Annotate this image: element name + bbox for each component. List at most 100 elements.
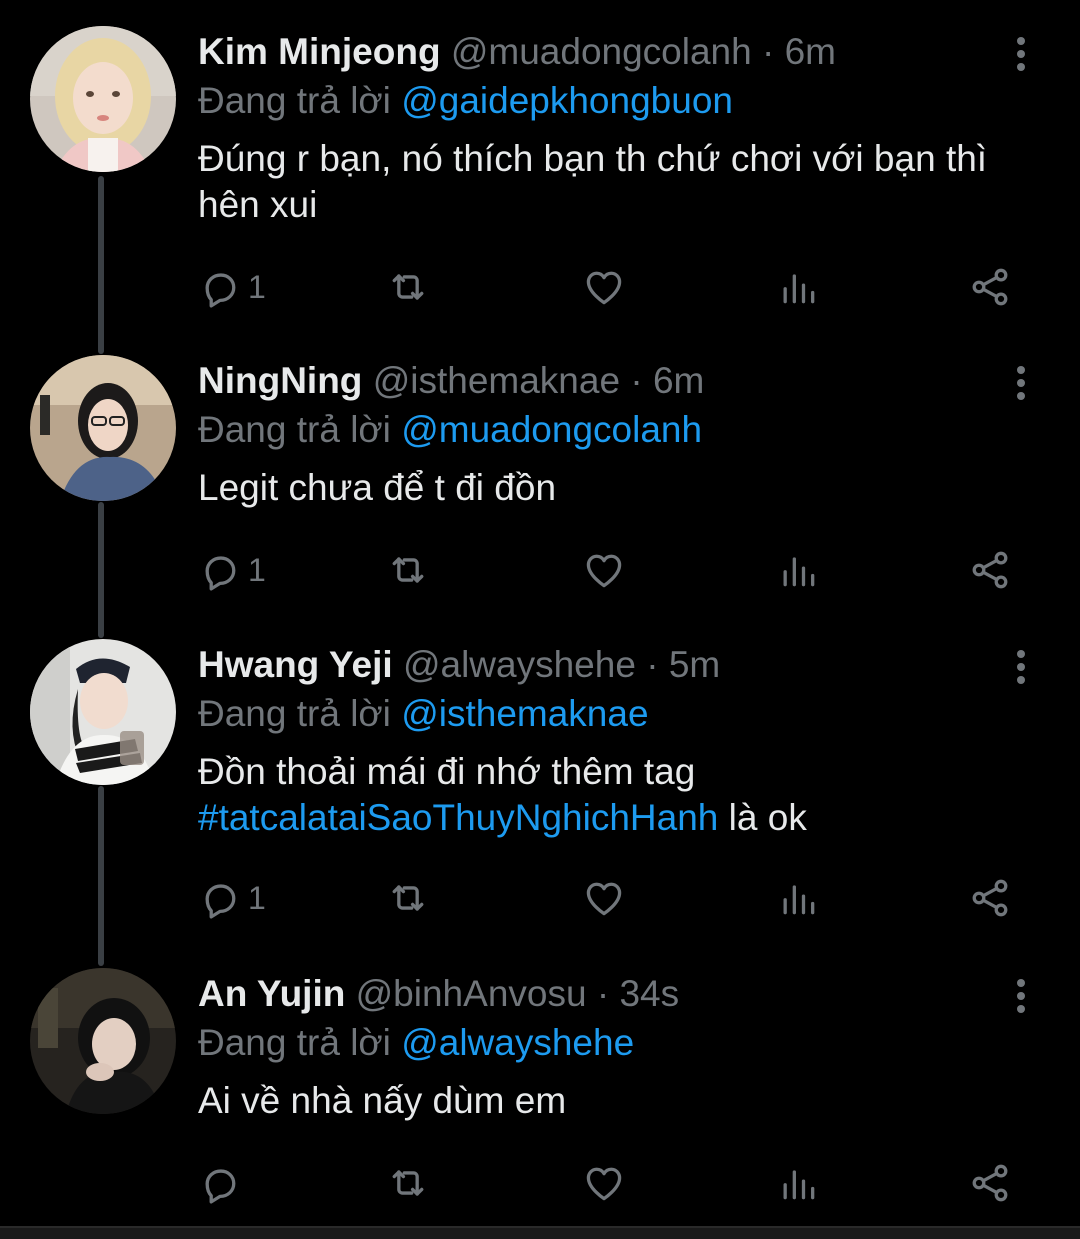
share-button[interactable] bbox=[968, 1158, 1012, 1208]
bar-chart-icon bbox=[783, 557, 815, 587]
reply-icon bbox=[205, 273, 236, 308]
user-handle[interactable]: @isthemaknae bbox=[373, 360, 620, 401]
replying-to-mention[interactable]: @alwayshehe bbox=[401, 1022, 634, 1063]
thread-connector bbox=[98, 176, 104, 354]
replying-label: Đang trả lời bbox=[198, 693, 391, 734]
tweet-text-line: Ai về nhà nấy dùm em bbox=[198, 1080, 567, 1121]
tweet-text: Đúng r bạn, nó thích bạn th chứ chơi với… bbox=[198, 136, 1038, 228]
reply-button[interactable]: 1 bbox=[198, 262, 266, 312]
tweet-text-line: #tatcalataiSaoThuyNghichHanh là ok bbox=[198, 795, 1038, 841]
tweet-header: NingNing @isthemaknae · 6m bbox=[198, 357, 704, 405]
heart-icon bbox=[586, 554, 622, 588]
replying-label: Đang trả lời bbox=[198, 80, 391, 121]
bar-chart-icon bbox=[783, 1170, 815, 1200]
bar-chart-icon bbox=[783, 274, 815, 304]
reply-button[interactable] bbox=[198, 1158, 248, 1208]
separator-dot: · bbox=[630, 360, 643, 401]
replying-label: Đang trả lời bbox=[198, 1022, 391, 1063]
more-vertical-icon[interactable] bbox=[1004, 359, 1038, 407]
retweet-button[interactable] bbox=[386, 1158, 430, 1208]
retweet-button[interactable] bbox=[386, 545, 430, 595]
display-name[interactable]: An Yujin bbox=[198, 973, 345, 1014]
action-bar: 1 bbox=[198, 545, 1028, 595]
tweet-header: Kim Minjeong @muadongcolanh · 6m bbox=[198, 28, 836, 76]
tweet-text-line: Legit chưa để t đi đồn bbox=[198, 467, 557, 508]
tweet-text: Legit chưa để t đi đồn bbox=[198, 465, 1038, 511]
tweet-text-line: Đúng r bạn, nó thích bạn th chứ chơi với… bbox=[198, 138, 988, 179]
avatar[interactable] bbox=[30, 639, 176, 785]
more-vertical-icon[interactable] bbox=[1004, 643, 1038, 691]
share-icon bbox=[972, 879, 1008, 917]
share-icon bbox=[972, 551, 1008, 589]
timestamp[interactable]: 6m bbox=[785, 31, 836, 72]
like-button[interactable] bbox=[582, 262, 626, 312]
like-button[interactable] bbox=[582, 1158, 626, 1208]
reply-icon bbox=[205, 556, 236, 591]
action-bar bbox=[198, 1158, 1028, 1208]
avatar[interactable] bbox=[30, 355, 176, 501]
heart-icon bbox=[586, 271, 622, 305]
stats-button[interactable] bbox=[776, 545, 820, 595]
retweet-icon bbox=[392, 1170, 424, 1196]
thread-connector bbox=[98, 786, 104, 966]
timestamp[interactable]: 34s bbox=[619, 973, 679, 1014]
share-icon bbox=[972, 268, 1008, 306]
tweet-text-tail: là ok bbox=[718, 797, 807, 838]
more-vertical-icon[interactable] bbox=[1004, 30, 1038, 78]
user-handle[interactable]: @binhAnvosu bbox=[356, 973, 587, 1014]
retweet-button[interactable] bbox=[386, 262, 430, 312]
reply-count: 1 bbox=[248, 879, 266, 916]
avatar[interactable] bbox=[30, 26, 176, 172]
replying-to-mention[interactable]: @muadongcolanh bbox=[401, 409, 702, 450]
share-icon bbox=[972, 1164, 1008, 1202]
replying-to: Đang trả lời @muadongcolanh bbox=[198, 406, 702, 454]
hashtag-link[interactable]: #tatcalataiSaoThuyNghichHanh bbox=[198, 797, 718, 838]
replying-to: Đang trả lời @gaidepkhongbuon bbox=[198, 77, 733, 125]
more-vertical-icon[interactable] bbox=[1004, 972, 1038, 1020]
separator-dot: · bbox=[646, 644, 659, 685]
share-button[interactable] bbox=[968, 873, 1012, 923]
heart-icon bbox=[586, 1167, 622, 1201]
stats-button[interactable] bbox=[776, 262, 820, 312]
reply-icon bbox=[205, 884, 236, 919]
retweet-icon bbox=[392, 274, 424, 300]
share-button[interactable] bbox=[968, 545, 1012, 595]
bottom-divider bbox=[0, 1226, 1080, 1239]
timestamp[interactable]: 5m bbox=[669, 644, 720, 685]
retweet-button[interactable] bbox=[386, 873, 430, 923]
reply-icon bbox=[205, 1169, 236, 1204]
retweet-icon bbox=[392, 885, 424, 911]
user-handle[interactable]: @alwayshehe bbox=[403, 644, 636, 685]
like-button[interactable] bbox=[582, 545, 626, 595]
replying-label: Đang trả lời bbox=[198, 409, 391, 450]
stats-button[interactable] bbox=[776, 873, 820, 923]
display-name[interactable]: Kim Minjeong bbox=[198, 31, 441, 72]
tweet-text-line: Đồn thoải mái đi nhớ thêm tag bbox=[198, 751, 696, 792]
tweet-header: Hwang Yeji @alwayshehe · 5m bbox=[198, 641, 720, 689]
heart-icon bbox=[586, 882, 622, 916]
replying-to-mention[interactable]: @isthemaknae bbox=[401, 693, 648, 734]
share-button[interactable] bbox=[968, 262, 1012, 312]
display-name[interactable]: NingNing bbox=[198, 360, 362, 401]
stats-button[interactable] bbox=[776, 1158, 820, 1208]
separator-dot: · bbox=[596, 973, 610, 1014]
separator-dot: · bbox=[762, 31, 775, 72]
retweet-icon bbox=[392, 557, 424, 583]
action-bar: 1 bbox=[198, 873, 1028, 923]
tweet-header: An Yujin @binhAnvosu · 34s bbox=[198, 970, 679, 1018]
tweet-text: Đồn thoải mái đi nhớ thêm tag #tatcalata… bbox=[198, 749, 1038, 841]
action-bar: 1 bbox=[198, 262, 1028, 312]
bar-chart-icon bbox=[783, 885, 815, 915]
tweet-text-line: hên xui bbox=[198, 184, 318, 225]
replying-to-mention[interactable]: @gaidepkhongbuon bbox=[401, 80, 733, 121]
like-button[interactable] bbox=[582, 873, 626, 923]
reply-button[interactable]: 1 bbox=[198, 545, 266, 595]
tweet-text: Ai về nhà nấy dùm em bbox=[198, 1078, 1038, 1124]
reply-count: 1 bbox=[248, 268, 266, 305]
replying-to: Đang trả lời @alwayshehe bbox=[198, 1019, 634, 1067]
timestamp[interactable]: 6m bbox=[653, 360, 704, 401]
display-name[interactable]: Hwang Yeji bbox=[198, 644, 393, 685]
reply-button[interactable]: 1 bbox=[198, 873, 266, 923]
avatar[interactable] bbox=[30, 968, 176, 1114]
user-handle[interactable]: @muadongcolanh bbox=[451, 31, 752, 72]
